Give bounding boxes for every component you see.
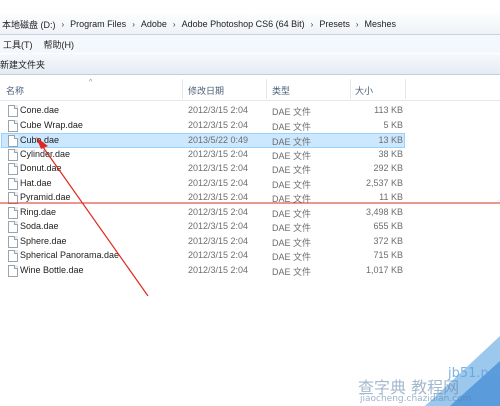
- file-icon: [8, 192, 18, 204]
- file-icon: [8, 163, 18, 175]
- file-icon: [8, 119, 18, 132]
- file-row[interactable]: Hat.dae 2012/3/15 2:04 DAE 文件 2,537 KB: [2, 177, 404, 191]
- file-date: 2012/3/15 2:04: [188, 264, 249, 275]
- breadcrumb-item[interactable]: Program Files: [68, 19, 128, 29]
- file-name: Soda.dae: [20, 221, 59, 231]
- file-name: Cube Wrap.dae: [20, 119, 83, 130]
- file-row[interactable]: Ring.dae 2012/3/15 2:04 DAE 文件 3,498 KB: [2, 206, 404, 220]
- file-size: 113 KB: [374, 105, 403, 115]
- file-size: 11 KB: [379, 192, 403, 202]
- file-size: 5 KB: [383, 119, 403, 130]
- file-icon: [8, 221, 18, 233]
- menu-help[interactable]: 帮助(H): [41, 38, 83, 51]
- sort-caret-icon: ^: [89, 79, 93, 86]
- file-date: 2012/3/15 2:04: [188, 206, 249, 217]
- file-name: Wine Bottle.dae: [20, 264, 84, 275]
- file-row[interactable]: Soda.dae 2012/3/15 2:04 DAE 文件 655 KB: [2, 220, 404, 234]
- file-name: Ring.dae: [20, 206, 57, 217]
- breadcrumb-item[interactable]: Adobe Photoshop CS6 (64 Bit): [180, 19, 307, 29]
- file-icon: [8, 250, 18, 262]
- breadcrumb: 本地磁盘 (D:) › Program Files › Adobe › Adobe Phot…: [0, 18, 398, 31]
- file-icon: [8, 177, 18, 190]
- file-name: Cone.dae: [20, 105, 60, 115]
- column-header-size[interactable]: 大小: [355, 84, 373, 97]
- column-divider[interactable]: [350, 79, 351, 99]
- column-header: ^ 名称 修改日期 类型 大小: [0, 79, 500, 101]
- chevron-right-icon[interactable]: ›: [169, 20, 180, 29]
- file-name: Spherical Panorama.dae: [20, 250, 120, 260]
- file-icon: [8, 206, 18, 219]
- file-name: Sphere.dae: [20, 235, 67, 246]
- column-header-type[interactable]: 类型: [272, 84, 290, 97]
- file-size: 2,537 KB: [365, 177, 403, 188]
- file-date: 2012/3/15 2:04: [188, 250, 249, 260]
- file-date: 2012/3/15 2:04: [188, 119, 249, 130]
- toolbar: 新建文件夹: [0, 54, 500, 75]
- file-date: 2013/5/22 0:49: [188, 135, 249, 145]
- chevron-right-icon[interactable]: ›: [58, 20, 69, 29]
- breadcrumb-item[interactable]: Adobe: [139, 19, 169, 29]
- breadcrumb-item[interactable]: Meshes: [363, 19, 399, 29]
- file-icon: [8, 148, 18, 161]
- menu-tools[interactable]: 工具(T): [0, 38, 41, 51]
- file-date: 2012/3/15 2:04: [188, 105, 249, 115]
- file-date: 2012/3/15 2:04: [188, 221, 249, 231]
- file-icon: [8, 264, 18, 277]
- file-size: 3,498 KB: [365, 206, 403, 217]
- file-size: 38 KB: [378, 148, 403, 159]
- watermark: jb51.net 查字典 教程网 jiaocheng.chazidian.com: [330, 336, 500, 406]
- chevron-right-icon[interactable]: ›: [352, 20, 363, 29]
- column-divider[interactable]: [182, 79, 183, 99]
- file-row[interactable]: Cube.dae 2013/5/22 0:49 DAE 文件 13 KB: [1, 133, 405, 148]
- file-date: 2012/3/15 2:04: [188, 192, 249, 202]
- file-row[interactable]: Wine Bottle.dae 2012/3/15 2:04 DAE 文件 1,017…: [2, 264, 404, 278]
- watermark-sub: jiaocheng.chazidian.com: [360, 394, 472, 404]
- file-size: 655 KB: [373, 221, 403, 231]
- file-icon: [8, 235, 18, 248]
- file-size: 292 KB: [373, 163, 403, 173]
- breadcrumb-item[interactable]: Presets: [317, 19, 352, 29]
- column-header-name[interactable]: 名称: [6, 84, 24, 97]
- file-row[interactable]: Pyramid.dae 2012/3/15 2:04 DAE 文件 11 KB: [2, 191, 404, 205]
- file-date: 2012/3/15 2:04: [188, 235, 249, 246]
- file-name: Pyramid.dae: [20, 192, 71, 202]
- file-row[interactable]: Donut.dae 2012/3/15 2:04 DAE 文件 292 KB: [2, 162, 404, 176]
- file-size: 1,017 KB: [365, 264, 403, 275]
- column-divider[interactable]: [405, 79, 406, 99]
- file-size: 372 KB: [373, 235, 403, 246]
- menu-bar: 工具(T) 帮助(H): [0, 35, 500, 53]
- file-name: Hat.dae: [20, 177, 52, 188]
- file-name: Cube.dae: [20, 135, 60, 145]
- file-row[interactable]: Cube Wrap.dae 2012/3/15 2:04 DAE 文件 5 KB: [2, 119, 404, 133]
- column-header-date[interactable]: 修改日期: [188, 84, 224, 97]
- new-folder-button[interactable]: 新建文件夹: [0, 58, 49, 71]
- chevron-right-icon[interactable]: ›: [128, 20, 139, 29]
- file-date: 2012/3/15 2:04: [188, 163, 249, 173]
- column-divider[interactable]: [266, 79, 267, 99]
- file-row[interactable]: Cone.dae 2012/3/15 2:04 DAE 文件 113 KB: [2, 104, 404, 118]
- file-row[interactable]: Cylinder.dae 2012/3/15 2:04 DAE 文件 38 KB: [2, 148, 404, 162]
- file-icon: [8, 135, 18, 147]
- address-bar[interactable]: 本地磁盘 (D:) › Program Files › Adobe › Adobe Phot…: [0, 14, 500, 35]
- breadcrumb-item[interactable]: 本地磁盘 (D:): [0, 18, 58, 31]
- file-name: Cylinder.dae: [20, 148, 71, 159]
- file-date: 2012/3/15 2:04: [188, 148, 249, 159]
- chevron-right-icon[interactable]: ›: [307, 20, 318, 29]
- file-size: 13 KB: [378, 135, 403, 145]
- file-size: 715 KB: [373, 250, 403, 260]
- file-name: Donut.dae: [20, 163, 62, 173]
- file-date: 2012/3/15 2:04: [188, 177, 249, 188]
- file-icon: [8, 105, 18, 117]
- file-row[interactable]: Sphere.dae 2012/3/15 2:04 DAE 文件 372 KB: [2, 235, 404, 249]
- file-row[interactable]: Spherical Panorama.dae 2012/3/15 2:04 DAE …: [2, 249, 404, 263]
